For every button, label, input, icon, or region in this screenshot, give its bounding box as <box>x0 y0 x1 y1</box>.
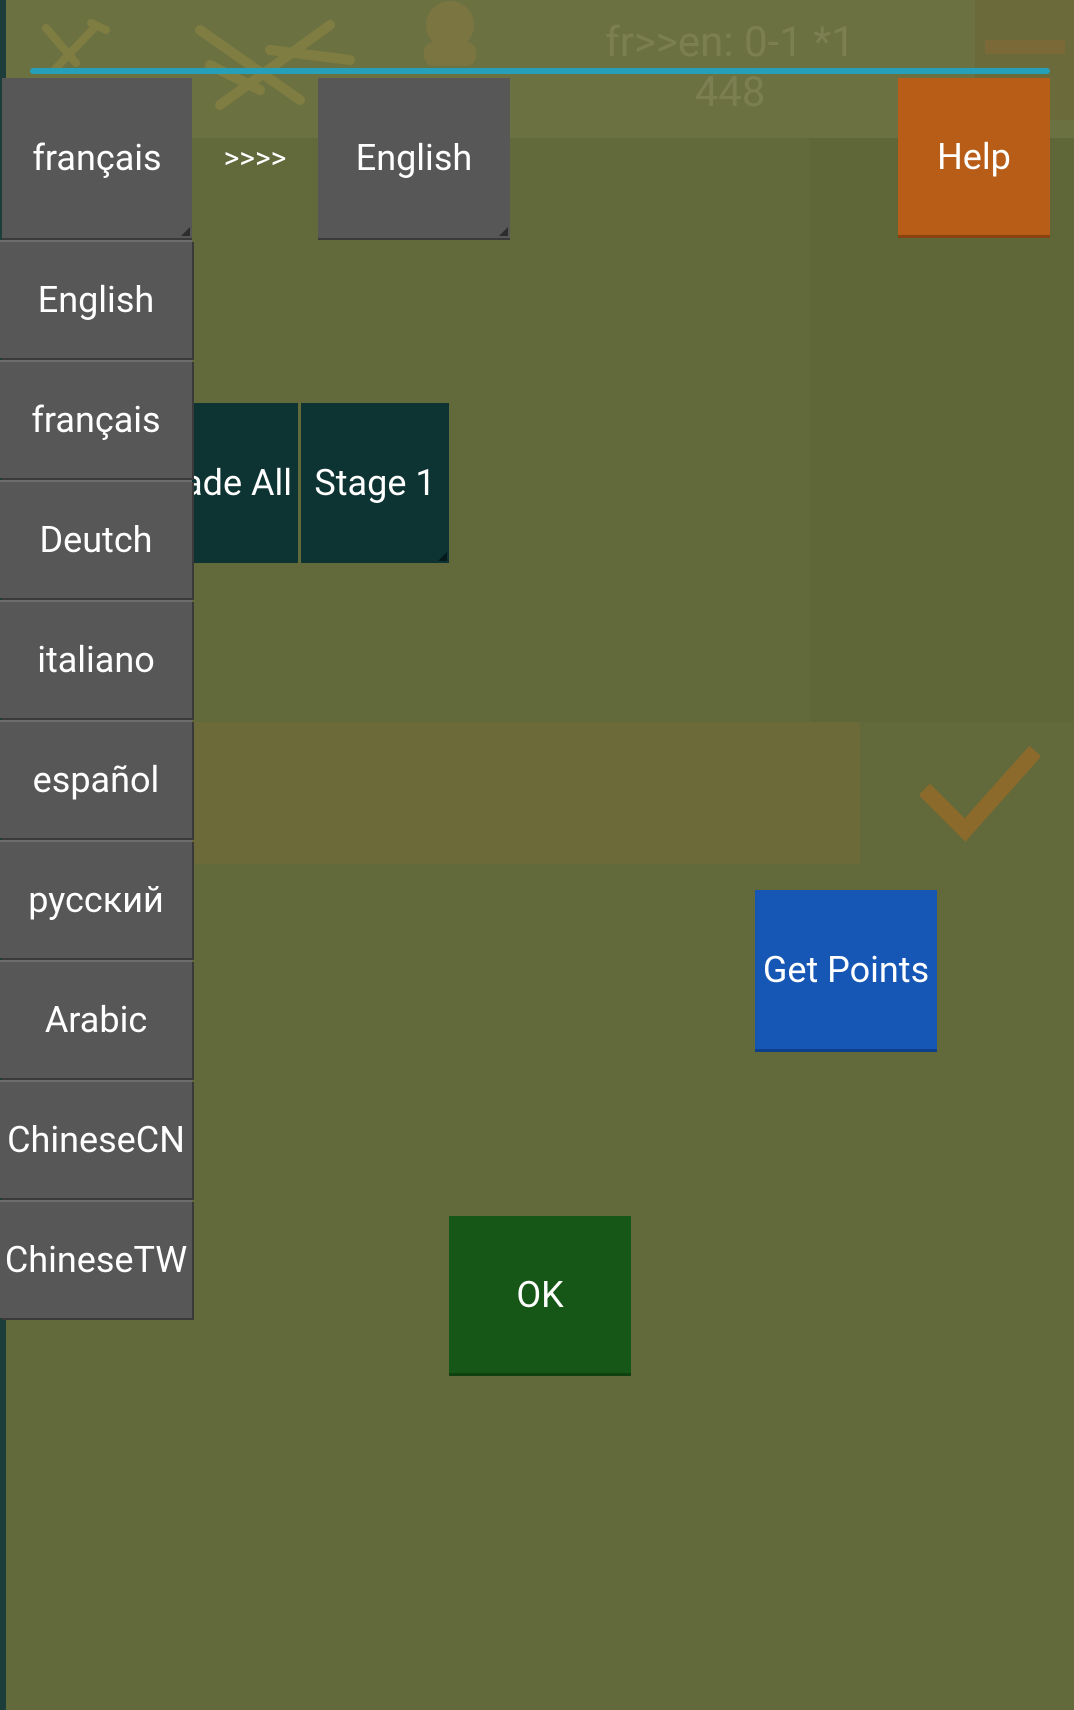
dropdown-corner-icon <box>181 227 190 236</box>
dropdown-item-italiano[interactable]: italiano <box>0 600 192 718</box>
dropdown-item-francais[interactable]: français <box>0 360 192 478</box>
dropdown-item-label: español <box>32 759 160 801</box>
dropdown-item-russian[interactable]: русский <box>0 840 192 958</box>
dropdown-corner-icon <box>438 552 447 561</box>
get-points-button[interactable]: Get Points <box>755 890 937 1052</box>
dropdown-item-label: ChineseTW <box>4 1239 188 1281</box>
dropdown-item-label: Arabic <box>44 999 148 1041</box>
get-points-label: Get Points <box>762 948 930 991</box>
ok-button[interactable]: OK <box>449 1216 631 1376</box>
dropdown-item-chinese-cn[interactable]: ChineseCN <box>0 1080 192 1198</box>
target-language-label: English <box>355 137 473 179</box>
dropdown-corner-icon <box>499 227 508 236</box>
dropdown-item-label: italiano <box>37 639 155 681</box>
source-language-button[interactable]: français <box>2 78 192 238</box>
dropdown-item-espanol[interactable]: español <box>0 720 192 838</box>
profile-icon <box>424 1 476 66</box>
dropdown-item-deutch[interactable]: Deutch <box>0 480 192 598</box>
progress-bar <box>30 68 1050 74</box>
score-line-2: 448 <box>694 68 766 117</box>
score-line-1: fr>>en: 0-1 *1 <box>605 18 855 67</box>
dropdown-item-label: English <box>37 279 155 321</box>
dropdown-item-english[interactable]: English <box>0 240 192 358</box>
dropdown-item-label: français <box>31 399 161 441</box>
dropdown-item-label: Deutch <box>39 519 153 561</box>
answer-row <box>190 722 860 864</box>
stage-label: Stage 1 <box>314 462 436 504</box>
dropdown-item-label: русский <box>28 879 164 921</box>
checkmark-icon <box>920 745 1040 842</box>
dropdown-item-label: ChineseCN <box>7 1119 185 1161</box>
target-language-button[interactable]: English <box>318 78 510 238</box>
help-button[interactable]: Help <box>898 78 1050 238</box>
source-language-label: français <box>32 137 162 179</box>
stage-button[interactable]: Stage 1 <box>301 403 449 563</box>
dropdown-item-chinese-tw[interactable]: ChineseTW <box>0 1200 192 1318</box>
dropdown-item-arabic[interactable]: Arabic <box>0 960 192 1078</box>
help-label: Help <box>937 135 1011 178</box>
direction-arrows: >>>> <box>223 140 287 176</box>
ok-label: OK <box>516 1273 564 1316</box>
app-screen: fr>>en: 0-1 *1 448 français >>>> English… <box>0 0 1074 1710</box>
